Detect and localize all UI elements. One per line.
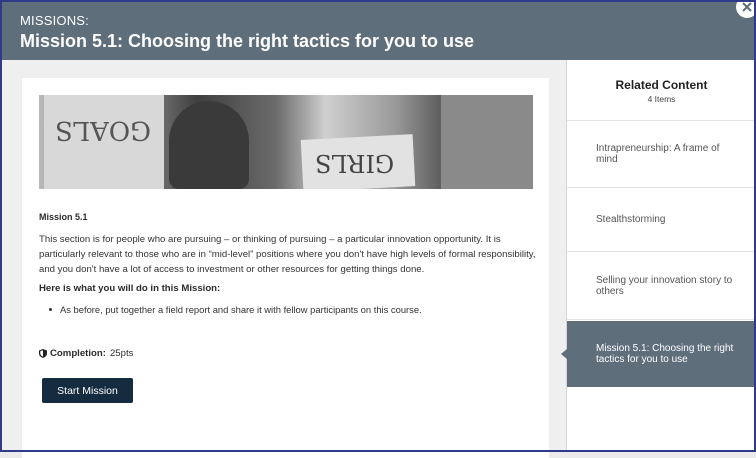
todo-list: As before, put together a field report a… [39, 304, 422, 315]
related-content-sidebar: Related Content 4 Items Intrapreneurship… [566, 60, 756, 452]
close-icon [742, 2, 752, 12]
main-content: GOALS GIRLS Mission 5.1 This section is … [0, 60, 566, 458]
active-item-pointer [561, 349, 567, 359]
hero-image: GOALS GIRLS [39, 95, 533, 189]
completion-info: Completion: 25pts [39, 348, 133, 359]
completion-value: 25pts [109, 348, 134, 359]
hero-sign-text-left: GOALS [55, 115, 151, 145]
mission-card: GOALS GIRLS Mission 5.1 This section is … [22, 78, 549, 458]
mission-description: This section is for people who are pursu… [39, 234, 536, 275]
page-title: Mission 5.1: Choosing the right tactics … [20, 31, 475, 51]
mission-label: Mission 5.1 [39, 212, 88, 222]
todo-title: Here is what you will do in this Mission… [39, 283, 221, 294]
shield-icon [39, 349, 47, 358]
start-mission-button[interactable]: Start Mission [42, 378, 133, 403]
sidebar-item-intrapreneurship[interactable]: Intrapreneurship: A frame of mind [567, 121, 756, 188]
sidebar-header: Related Content 4 Items [567, 60, 756, 121]
sidebar-item-selling-story[interactable]: Selling your innovation story to others [567, 252, 756, 320]
list-item: As before, put together a field report a… [39, 304, 422, 315]
sidebar-item-mission-5-1[interactable]: Mission 5.1: Choosing the right tactics … [567, 321, 756, 387]
header-kicker: MISSIONS: [20, 13, 89, 28]
bullet-icon [49, 308, 52, 312]
sidebar-item-stealthstorming[interactable]: Stealthstorming [567, 188, 756, 252]
sidebar-title: Related Content [615, 78, 708, 92]
modal-header: MISSIONS: Mission 5.1: Choosing the righ… [0, 0, 756, 60]
hero-sign-text-middle: GIRLS [315, 149, 395, 177]
sidebar-count: 4 Items [647, 94, 676, 104]
completion-label: Completion: [50, 348, 106, 359]
